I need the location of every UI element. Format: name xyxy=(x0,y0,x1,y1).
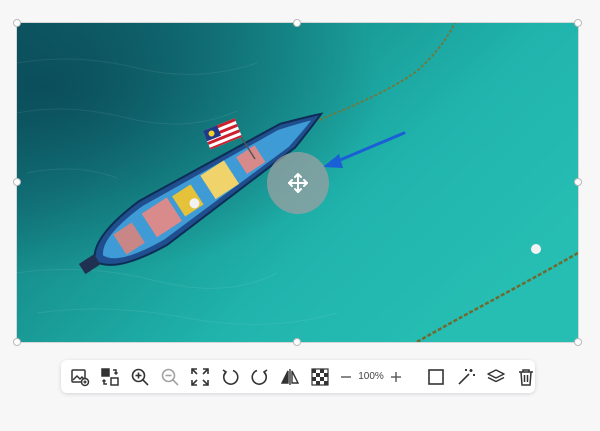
resize-handle-top[interactable] xyxy=(293,19,301,27)
flip-horizontal-button[interactable] xyxy=(275,362,305,392)
zoom-in-button[interactable] xyxy=(125,362,155,392)
zoom-decrease-button[interactable] xyxy=(335,362,357,392)
move-handle[interactable] xyxy=(267,152,329,214)
rotate-left-button[interactable] xyxy=(215,362,245,392)
image-canvas[interactable] xyxy=(13,19,582,346)
swap-image-button[interactable] xyxy=(95,362,125,392)
swap-image-icon xyxy=(101,367,119,386)
layers-icon xyxy=(487,368,505,382)
resize-handle-right[interactable] xyxy=(574,178,582,186)
fit-screen-icon xyxy=(191,367,209,386)
zoom-out-button[interactable] xyxy=(155,362,185,392)
crop-icon xyxy=(428,368,444,385)
crop-button[interactable] xyxy=(421,362,451,392)
resize-handle-top-right[interactable] xyxy=(574,19,582,27)
transparency-button[interactable] xyxy=(305,362,335,392)
rotate-right-icon xyxy=(251,368,268,385)
delete-button[interactable] xyxy=(511,362,541,392)
resize-handle-left[interactable] xyxy=(13,178,21,186)
magic-wand-button[interactable] xyxy=(451,362,481,392)
zoom-in-icon xyxy=(131,368,149,386)
delete-icon xyxy=(519,368,533,386)
magic-wand-icon xyxy=(458,368,475,385)
transparency-icon xyxy=(311,367,329,386)
replace-image-button[interactable] xyxy=(65,362,95,392)
zoom-decrease-icon xyxy=(341,375,351,378)
replace-image-icon xyxy=(71,368,90,386)
zoom-increase-button[interactable] xyxy=(385,362,407,392)
resize-handle-top-left[interactable] xyxy=(13,19,21,27)
move-icon xyxy=(288,173,308,193)
resize-handle-bottom[interactable] xyxy=(293,338,301,346)
layers-button[interactable] xyxy=(481,362,511,392)
fit-screen-button[interactable] xyxy=(185,362,215,392)
rotate-left-icon xyxy=(222,368,239,385)
zoom-increase-icon xyxy=(391,371,401,382)
zoom-level: 100% xyxy=(358,371,384,382)
flip-horizontal-icon xyxy=(280,368,300,385)
rotate-right-button[interactable] xyxy=(245,362,275,392)
zoom-out-icon xyxy=(161,368,179,386)
image-toolbar: 100% xyxy=(61,360,535,393)
resize-handle-bottom-right[interactable] xyxy=(574,338,582,346)
resize-handle-bottom-left[interactable] xyxy=(13,338,21,346)
